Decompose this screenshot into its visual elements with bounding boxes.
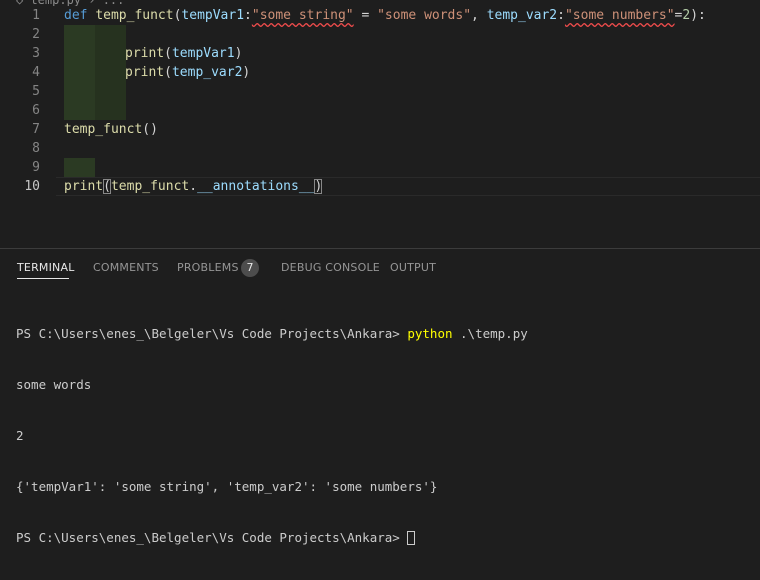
code-line[interactable]: 6 xyxy=(0,101,760,120)
line-number: 4 xyxy=(32,65,40,80)
terminal-line: {'tempVar1': 'some string', 'temp_var2':… xyxy=(16,479,438,494)
line-number: 6 xyxy=(32,103,40,118)
line-number: 10 xyxy=(24,179,40,194)
terminal-prompt: PS C:\Users\enes_\Belgeler\Vs Code Proje… xyxy=(16,326,408,341)
colon: : xyxy=(557,8,565,23)
tab-problems[interactable]: PROBLEMS xyxy=(177,261,239,274)
param-name: temp_var2 xyxy=(486,8,558,23)
code-text[interactable]: def temp_funct(tempVar1:"some string" = … xyxy=(64,6,706,25)
code-line[interactable]: 7 temp_funct() xyxy=(0,120,760,139)
code-line[interactable]: 3 print(tempVar1) xyxy=(0,44,760,63)
argument: temp_var2 xyxy=(171,65,243,80)
code-line[interactable]: 9 xyxy=(0,158,760,177)
terminal-command: python xyxy=(407,326,453,341)
terminal-command-args: .\temp.py xyxy=(452,326,528,341)
terminal-line: some words xyxy=(16,377,92,392)
line-number: 2 xyxy=(32,27,40,42)
colon: : xyxy=(244,8,252,23)
problems-count-badge: 7 xyxy=(241,259,259,277)
code-text[interactable]: print(temp_var2) xyxy=(125,63,250,82)
attribute-name: __annotations__ xyxy=(197,179,315,194)
terminal-output[interactable]: PS C:\Users\enes_\Belgeler\Vs Code Proje… xyxy=(16,291,756,580)
code-line[interactable]: 5 xyxy=(0,82,760,101)
code-line[interactable]: 4 print(temp_var2) xyxy=(0,63,760,82)
bracket-match: ) xyxy=(314,179,323,194)
line-number: 1 xyxy=(32,8,40,23)
param-default: "some words" xyxy=(377,8,472,23)
code-editor[interactable]: 1 def temp_funct(tempVar1:"some string" … xyxy=(0,6,760,248)
tab-terminal[interactable]: TERMINAL xyxy=(17,261,75,274)
code-text[interactable]: print(temp_funct.__annotations__) xyxy=(64,177,323,196)
terminal-cursor xyxy=(407,531,416,545)
function-call: print xyxy=(64,179,104,194)
terminal-line: PS C:\Users\enes_\Belgeler\Vs Code Proje… xyxy=(16,325,756,342)
paren: ( xyxy=(164,46,172,61)
line-number: 5 xyxy=(32,84,40,99)
param-annotation: "some string" xyxy=(251,8,354,23)
code-text[interactable]: print(tempVar1) xyxy=(125,44,242,63)
tab-debug-console[interactable]: DEBUG CONSOLE xyxy=(281,261,380,274)
code-text[interactable]: temp_funct() xyxy=(64,120,158,139)
terminal-line: 2 xyxy=(16,428,24,443)
paren: ): xyxy=(690,8,706,23)
bottom-panel: TERMINAL COMMENTS PROBLEMS 7 DEBUG CONSO… xyxy=(0,248,760,545)
bracket-match: ( xyxy=(103,179,111,194)
code-line[interactable]: 8 xyxy=(0,139,760,158)
tab-comments[interactable]: COMMENTS xyxy=(93,261,159,274)
function-call: temp_funct xyxy=(64,122,143,137)
line-number: 8 xyxy=(32,141,40,156)
panel-tabs: TERMINAL COMMENTS PROBLEMS 7 DEBUG CONSO… xyxy=(0,249,760,287)
param-annotation: "some numbers" xyxy=(564,8,675,23)
function-name: temp_funct xyxy=(95,8,174,23)
code-line[interactable]: 10 print(temp_funct.__annotations__) xyxy=(0,177,760,196)
comma: , xyxy=(471,8,487,23)
paren: ) xyxy=(234,46,243,61)
line-number: 3 xyxy=(32,46,40,61)
paren: ( xyxy=(164,65,172,80)
code-line[interactable]: 1 def temp_funct(tempVar1:"some string" … xyxy=(0,6,760,25)
code-line[interactable]: 2 xyxy=(0,25,760,44)
function-call: print xyxy=(125,65,165,80)
active-tab-indicator xyxy=(17,278,69,279)
keyword-def: def xyxy=(64,8,88,23)
param-name: tempVar1 xyxy=(181,8,245,23)
terminal-line[interactable]: PS C:\Users\enes_\Belgeler\Vs Code Proje… xyxy=(16,529,756,546)
paren: () xyxy=(142,122,158,137)
line-number: 7 xyxy=(32,122,40,137)
tab-output[interactable]: OUTPUT xyxy=(390,261,436,274)
paren: ) xyxy=(242,65,251,80)
equals: = xyxy=(353,8,378,23)
terminal-prompt: PS C:\Users\enes_\Belgeler\Vs Code Proje… xyxy=(16,530,408,545)
object-name: temp_funct xyxy=(110,179,190,194)
dot: . xyxy=(189,179,198,194)
argument: tempVar1 xyxy=(171,46,235,61)
function-call: print xyxy=(125,46,165,61)
line-number: 9 xyxy=(32,160,40,175)
